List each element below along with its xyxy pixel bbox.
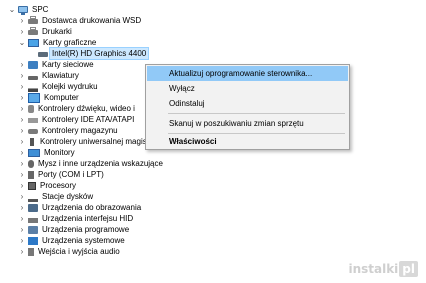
sound-icon — [28, 104, 34, 113]
tree-item-label: Kontrolery dźwięku, wideo i — [38, 104, 135, 113]
tree-item-print-queues[interactable]: › Kolejki wydruku — [18, 81, 98, 92]
printer-icon — [28, 27, 38, 35]
tree-item-hid-devices[interactable]: › Urządzenia interfejsu HID — [18, 213, 133, 224]
tree-item-label: Klawiatury — [42, 71, 79, 80]
menu-item-update-driver[interactable]: Aktualizuj oprogramowanie sterownika... — [147, 66, 348, 81]
monitor-icon — [28, 38, 39, 47]
chevron-right-icon[interactable]: › — [18, 136, 26, 147]
network-adapter-icon — [28, 60, 38, 69]
system-device-icon — [28, 236, 38, 245]
graphics-card-icon — [38, 52, 48, 57]
tree-root[interactable]: ⌄ SPC — [8, 4, 48, 15]
chevron-right-icon[interactable]: › — [18, 191, 26, 202]
chevron-right-icon[interactable]: › — [18, 147, 26, 158]
context-menu: Aktualizuj oprogramowanie sterownika... … — [145, 64, 350, 150]
chevron-right-icon[interactable]: › — [18, 158, 26, 169]
print-queue-icon — [28, 87, 38, 92]
ide-icon — [28, 118, 38, 123]
hid-icon — [28, 218, 38, 223]
menu-item-scan-hardware[interactable]: Skanuj w poszukiwaniu zmian sprzętu — [147, 116, 348, 131]
port-icon — [28, 170, 34, 179]
usb-icon — [30, 137, 34, 146]
tree-item-system-devices[interactable]: › Urządzenia systemowe — [18, 235, 125, 246]
chevron-down-icon[interactable]: ⌄ — [8, 4, 16, 15]
chevron-right-icon[interactable]: › — [18, 224, 26, 235]
menu-item-uninstall[interactable]: Odinstaluj — [147, 96, 348, 111]
tree-item-software-devices[interactable]: › Urządzenia programowe — [18, 224, 130, 235]
chevron-right-icon[interactable]: › — [18, 59, 26, 70]
tree-item-processors[interactable]: › Procesory — [18, 180, 76, 191]
chevron-right-icon[interactable]: › — [18, 246, 26, 257]
tree-item-storage-controllers[interactable]: › Kontrolery magazynu — [18, 125, 118, 136]
tree-item-monitors[interactable]: › Monitory — [18, 147, 75, 158]
software-device-icon — [28, 225, 38, 234]
tree-item-network-adapters[interactable]: › Karty sieciowe — [18, 59, 94, 70]
tree-item-mice[interactable]: › Mysz i inne urządzenia wskazujące — [18, 158, 163, 169]
tree-item-ide-controllers[interactable]: › Kontrolery IDE ATA/ATAPI — [18, 114, 135, 125]
tree-item-label: Urządzenia systemowe — [42, 236, 125, 245]
chevron-right-icon[interactable]: › — [18, 169, 26, 180]
watermark-logo: instalki pl — [348, 261, 418, 277]
menu-separator — [168, 113, 345, 114]
processor-icon — [28, 181, 36, 190]
tree-item-label: Drukarki — [42, 27, 72, 36]
tree-item-ports[interactable]: › Porty (COM i LPT) — [18, 169, 104, 180]
tree-item-label: Karty sieciowe — [42, 60, 94, 69]
menu-item-properties[interactable]: Właściwości — [147, 134, 348, 149]
tree-item-label: Karty graficzne — [43, 38, 97, 47]
tree-item-label: Dostawca drukowania WSD — [42, 16, 142, 25]
tree-item-wsd-print-provider[interactable]: › Dostawca drukowania WSD — [18, 15, 141, 26]
chevron-right-icon[interactable]: › — [18, 202, 26, 213]
computer-icon — [28, 92, 40, 103]
tree-item-disk-drives[interactable]: › Stacje dysków — [18, 191, 93, 202]
tree-item-label: Kontrolery IDE ATA/ATAPI — [42, 115, 135, 124]
chevron-right-icon[interactable]: › — [18, 235, 26, 246]
chevron-right-icon[interactable]: › — [18, 180, 26, 191]
chevron-right-icon[interactable]: › — [18, 114, 26, 125]
tree-item-label: Kontrolery magazynu — [42, 126, 118, 135]
tree-item-label: Kolejki wydruku — [42, 82, 98, 91]
tree-item-label: Mysz i inne urządzenia wskazujące — [38, 159, 163, 168]
printer-icon — [28, 16, 38, 24]
tree-item-imaging-devices[interactable]: › Urządzenia do obrazowania — [18, 202, 142, 213]
audio-icon — [28, 247, 34, 256]
chevron-right-icon[interactable]: › — [18, 70, 26, 81]
tree-item-label: Porty (COM i LPT) — [38, 170, 104, 179]
chevron-right-icon[interactable]: › — [18, 81, 26, 92]
watermark-text: instalki — [348, 262, 399, 276]
tree-item-keyboards[interactable]: › Klawiatury — [18, 70, 79, 81]
tree-item-printers[interactable]: › Drukarki — [18, 26, 72, 37]
mouse-icon — [28, 159, 34, 168]
chevron-right-icon[interactable]: › — [18, 26, 26, 37]
chevron-right-icon[interactable]: › — [18, 125, 26, 136]
tree-item-intel-hd-graphics[interactable]: Intel(R) HD Graphics 4400 — [36, 47, 150, 60]
tree-item-label: Wejścia i wyjścia audio — [38, 247, 120, 256]
tree-root-label: SPC — [32, 5, 49, 14]
tree-item-label: Stacje dysków — [42, 192, 94, 201]
tree-item-label: Monitory — [44, 148, 75, 157]
tree-item-sound-video-controllers[interactable]: › Kontrolery dźwięku, wideo i — [18, 103, 135, 114]
tree-item-label: Urządzenia do obrazowania — [42, 203, 142, 212]
tree-item-label: Urządzenia programowe — [42, 225, 130, 234]
tree-item-audio-inputs-outputs[interactable]: › Wejścia i wyjścia audio — [18, 246, 120, 257]
chevron-right-icon[interactable]: › — [18, 92, 26, 103]
tree-item-label: Procesory — [40, 181, 77, 190]
keyboard-icon — [28, 75, 38, 80]
menu-item-disable[interactable]: Wyłącz — [147, 81, 348, 96]
tree-item-label: Urządzenia interfejsu HID — [42, 214, 134, 223]
tree-item-computer[interactable]: › Komputer — [18, 92, 79, 103]
chevron-right-icon[interactable]: › — [18, 15, 26, 26]
chevron-right-icon[interactable]: › — [18, 213, 26, 224]
watermark-box: pl — [399, 261, 418, 277]
tree-item-label: Intel(R) HD Graphics 4400 — [48, 47, 150, 60]
tree-item-display-adapters[interactable]: ⌄ Karty graficzne — [18, 37, 97, 48]
storage-icon — [28, 129, 38, 134]
imaging-icon — [28, 203, 38, 212]
computer-icon — [18, 6, 28, 15]
monitor-icon — [28, 148, 40, 157]
tree-item-label: Komputer — [44, 93, 79, 102]
chevron-right-icon[interactable]: › — [18, 103, 26, 114]
chevron-down-icon[interactable]: ⌄ — [18, 37, 26, 48]
